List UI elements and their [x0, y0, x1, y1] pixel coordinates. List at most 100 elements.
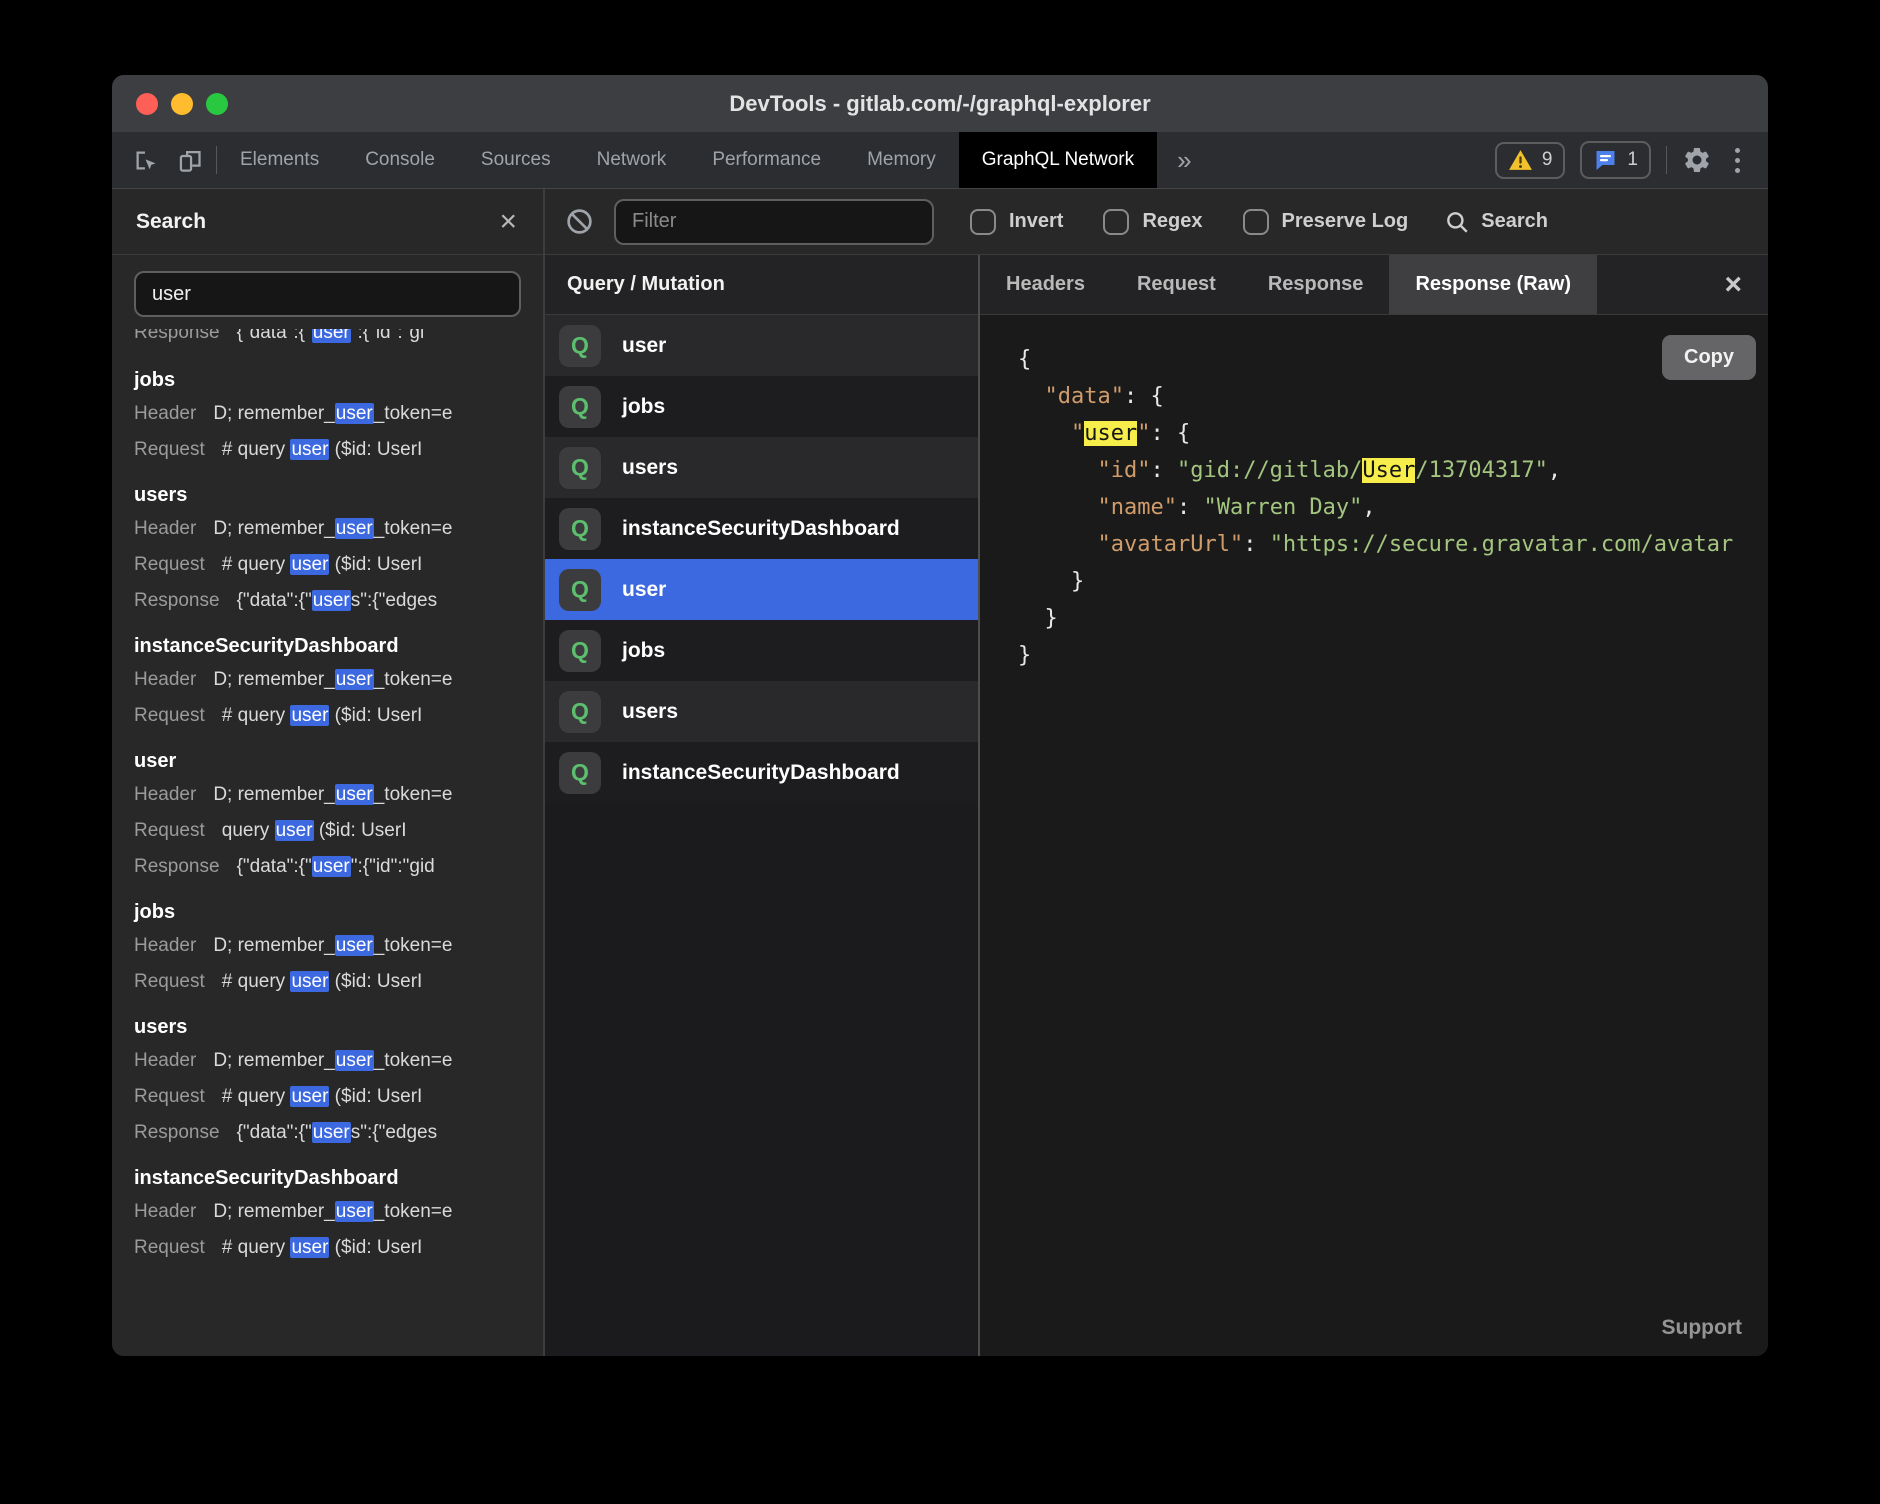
result-operation-name[interactable]: jobs — [134, 369, 543, 392]
search-result-row[interactable]: HeaderD; remember_user_token=e — [134, 1194, 543, 1230]
settings-gear-icon[interactable] — [1682, 145, 1712, 175]
close-detail-icon[interactable]: × — [1698, 255, 1768, 314]
filter-checkboxes: Invert Regex Preserve Log — [970, 209, 1408, 235]
search-result-row[interactable]: HeaderD; remember_user_token=e — [134, 396, 543, 432]
tab-elements[interactable]: Elements — [217, 132, 342, 188]
search-result-row[interactable]: HeaderD; remember_user_token=e — [134, 511, 543, 547]
json-token: } — [1018, 643, 1031, 668]
device-toolbar-icon[interactable] — [177, 147, 204, 174]
query-row-label: jobs — [622, 639, 665, 663]
main-area: Search × Response{"data":{"user":{"id":"… — [112, 189, 1768, 1356]
query-type-icon: Q — [559, 752, 601, 794]
result-text: D; remember_ — [213, 784, 334, 805]
query-row-instancesecuritydashboard[interactable]: QinstanceSecurityDashboard — [545, 742, 978, 803]
clipped-result-row: Response{"data":{"user":{"id":"gi — [134, 329, 543, 353]
more-tabs-icon[interactable]: » — [1157, 132, 1211, 188]
result-row-value: # query user ($id: UserI — [222, 432, 423, 468]
tab-performance[interactable]: Performance — [689, 132, 844, 188]
issues-badge[interactable]: 1 — [1580, 141, 1651, 179]
result-operation-name[interactable]: instanceSecurityDashboard — [134, 1167, 543, 1190]
result-row-value: # query user ($id: UserI — [222, 698, 423, 734]
search-result-row[interactable]: Response{"data":{"user":{"id":"gi — [134, 329, 543, 351]
tab-console[interactable]: Console — [342, 132, 458, 188]
zoom-window-button[interactable] — [206, 93, 228, 115]
titlebar: DevTools - gitlab.com/-/graphql-explorer — [112, 75, 1768, 132]
search-result-row[interactable]: Requestquery user ($id: UserI — [134, 813, 543, 849]
result-operation-name[interactable]: users — [134, 484, 543, 507]
search-result-row[interactable]: HeaderD; remember_user_token=e — [134, 777, 543, 813]
clear-requests-icon[interactable] — [565, 207, 594, 236]
result-text: ":{"id":"gi — [351, 329, 424, 343]
query-row-users[interactable]: Qusers — [545, 437, 978, 498]
result-row-label: Response — [134, 1115, 220, 1151]
search-result-row[interactable]: Response{"data":{"users":{"edges — [134, 1115, 543, 1151]
query-row-jobs[interactable]: Qjobs — [545, 620, 978, 681]
checkbox-regex[interactable]: Regex — [1103, 209, 1202, 235]
query-row-user[interactable]: Quser — [545, 559, 978, 620]
checkbox-preserve-log[interactable]: Preserve Log — [1243, 209, 1409, 235]
search-result-row[interactable]: Request# query user ($id: UserI — [134, 547, 543, 583]
search-result-row[interactable]: Request# query user ($id: UserI — [134, 432, 543, 468]
highlighted-match: user — [312, 856, 351, 877]
search-panel: Search × Response{"data":{"user":{"id":"… — [112, 189, 545, 1356]
result-operation-name[interactable]: user — [134, 750, 543, 773]
result-row-label: Header — [134, 1043, 196, 1079]
query-type-icon: Q — [559, 569, 601, 611]
search-result-row[interactable]: HeaderD; remember_user_token=e — [134, 662, 543, 698]
inspect-element-icon[interactable] — [132, 147, 159, 174]
json-token: /13704317" — [1415, 458, 1547, 483]
checkbox-invert[interactable]: Invert — [970, 209, 1063, 235]
search-result-row[interactable]: Request# query user ($id: UserI — [134, 964, 543, 1000]
query-row-label: user — [622, 578, 666, 602]
search-result-row[interactable]: Request# query user ($id: UserI — [134, 1079, 543, 1115]
tab-memory[interactable]: Memory — [844, 132, 959, 188]
result-row-value: D; remember_user_token=e — [213, 396, 452, 432]
result-text: {"data":{" — [237, 856, 312, 877]
search-input[interactable] — [134, 271, 521, 317]
result-text: # query — [222, 971, 291, 992]
query-row-user[interactable]: Quser — [545, 315, 978, 376]
result-row-value: D; remember_user_token=e — [213, 1194, 452, 1230]
devtools-window: DevTools - gitlab.com/-/graphql-explorer… — [112, 75, 1768, 1356]
preserve-log-checkbox-box[interactable] — [1243, 209, 1269, 235]
filter-input[interactable] — [614, 199, 934, 245]
tab-graphql-network[interactable]: GraphQL Network — [959, 132, 1157, 188]
tab-network[interactable]: Network — [574, 132, 690, 188]
search-result-row[interactable]: Response{"data":{"users":{"edges — [134, 583, 543, 619]
result-operation-name[interactable]: instanceSecurityDashboard — [134, 635, 543, 658]
detail-tab-response[interactable]: Response — [1242, 255, 1390, 314]
minimize-window-button[interactable] — [171, 93, 193, 115]
regex-checkbox-box[interactable] — [1103, 209, 1129, 235]
close-search-icon[interactable]: × — [499, 207, 517, 237]
search-result-row[interactable]: Response{"data":{"user":{"id":"gid — [134, 849, 543, 885]
kebab-menu-icon[interactable] — [1727, 144, 1748, 177]
search-result-row[interactable]: HeaderD; remember_user_token=e — [134, 1043, 543, 1079]
detail-tab-headers[interactable]: Headers — [980, 255, 1111, 314]
query-row-users[interactable]: Qusers — [545, 681, 978, 742]
tab-sources[interactable]: Sources — [458, 132, 574, 188]
search-toggle[interactable]: Search — [1444, 209, 1548, 235]
query-row-label: user — [622, 334, 666, 358]
json-line: "name": "Warren Day", — [1018, 489, 1768, 526]
query-row-label: users — [622, 456, 678, 480]
warnings-badge[interactable]: 9 — [1495, 142, 1566, 179]
search-result-row[interactable]: Request# query user ($id: UserI — [134, 698, 543, 734]
query-type-icon: Q — [559, 630, 601, 672]
json-token — [1018, 495, 1097, 520]
result-row-value: {"data":{"user":{"id":"gi — [237, 329, 425, 351]
support-link[interactable]: Support — [1662, 1316, 1742, 1340]
search-result-row[interactable]: HeaderD; remember_user_token=e — [134, 928, 543, 964]
detail-tab-response-raw[interactable]: Response (Raw) — [1389, 255, 1597, 314]
close-window-button[interactable] — [136, 93, 158, 115]
result-row-value: # query user ($id: UserI — [222, 1079, 423, 1115]
result-operation-name[interactable]: jobs — [134, 901, 543, 924]
copy-button[interactable]: Copy — [1662, 335, 1756, 380]
query-list-panel: Query / Mutation QuserQjobsQusersQinstan… — [545, 255, 980, 1356]
invert-checkbox-box[interactable] — [970, 209, 996, 235]
search-result-row[interactable]: Request# query user ($id: UserI — [134, 1230, 543, 1266]
detail-tab-request[interactable]: Request — [1111, 255, 1242, 314]
query-row-jobs[interactable]: Qjobs — [545, 376, 978, 437]
warning-triangle-icon — [1508, 149, 1533, 172]
result-operation-name[interactable]: users — [134, 1016, 543, 1039]
query-row-instancesecuritydashboard[interactable]: QinstanceSecurityDashboard — [545, 498, 978, 559]
